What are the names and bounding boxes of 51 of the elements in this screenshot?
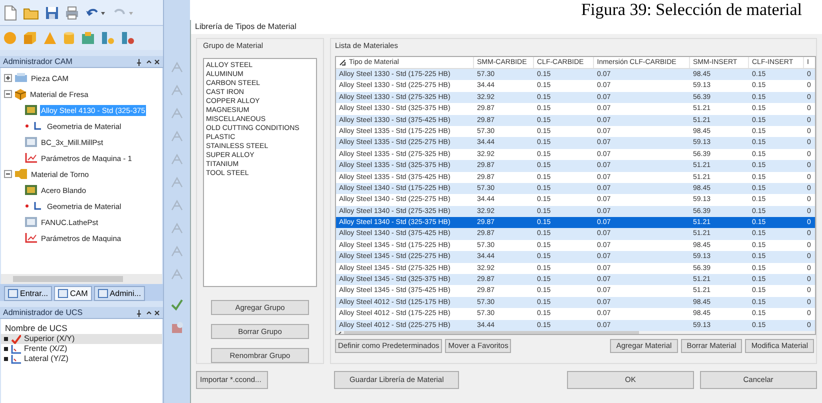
- new-document-icon[interactable]: [3, 4, 17, 20]
- undo-icon[interactable]: [85, 6, 107, 18]
- bullet-icon: [4, 337, 8, 341]
- chart-icon: [25, 233, 37, 243]
- cube-icon[interactable]: [23, 31, 37, 45]
- document-icon: [25, 137, 37, 147]
- lathe-icon: [15, 169, 27, 179]
- figure-caption: Figura 39: Selección de material: [581, 0, 802, 20]
- shapes-icon[interactable]: [101, 31, 115, 45]
- check-icon: [11, 334, 21, 344]
- check-icon[interactable]: [170, 298, 184, 312]
- geometry-icon: [25, 201, 43, 211]
- list-item[interactable]: Superior (X/Y): [1, 334, 162, 344]
- cylinder-icon[interactable]: [63, 31, 75, 45]
- panel-controls-icon[interactable]: [136, 308, 160, 316]
- scrollbar[interactable]: [1, 274, 162, 284]
- panel-title: Administrador CAM: [3, 56, 72, 66]
- printer-icon[interactable]: [65, 6, 79, 20]
- list-item[interactable]: Lateral (Y/Z): [1, 354, 162, 364]
- tab[interactable]: Admini...: [94, 286, 145, 301]
- box-icon[interactable]: [81, 31, 95, 45]
- cone-icon[interactable]: [43, 31, 57, 45]
- collapse-icon[interactable]: [4, 170, 12, 178]
- sort-icon[interactable]: [339, 59, 346, 66]
- tab[interactable]: CAM: [54, 286, 92, 301]
- save-icon[interactable]: [45, 6, 59, 20]
- geometry-icon: [25, 121, 43, 131]
- document-icon: [25, 217, 37, 227]
- list-item[interactable]: Frente (X/Z): [1, 344, 162, 354]
- window-icon: [58, 289, 68, 298]
- stock-icon: [25, 185, 37, 195]
- axes-icon: [11, 344, 21, 354]
- bullet-icon: [4, 357, 8, 361]
- window-icon: [8, 289, 18, 298]
- panel-title: Administrador de UCS: [3, 308, 83, 318]
- box-icon: [15, 88, 26, 100]
- expand-icon[interactable]: [4, 74, 12, 82]
- stock-icon: [25, 105, 37, 115]
- part-icon: [15, 73, 27, 83]
- axes-icon: [11, 354, 21, 364]
- shapes-icon[interactable]: [121, 31, 135, 45]
- folder-icon[interactable]: [23, 6, 39, 20]
- window-icon: [98, 289, 108, 298]
- panel-controls-icon[interactable]: [136, 58, 160, 66]
- sphere-icon[interactable]: [3, 31, 17, 45]
- collapse-icon[interactable]: [4, 90, 12, 98]
- chart-icon: [25, 153, 37, 163]
- tab[interactable]: Entrar...: [4, 286, 52, 301]
- bullet-icon: [4, 347, 8, 351]
- window-title: Librería de Tipos de Material: [195, 22, 296, 32]
- column-header: Nombre de UCS: [4, 322, 68, 334]
